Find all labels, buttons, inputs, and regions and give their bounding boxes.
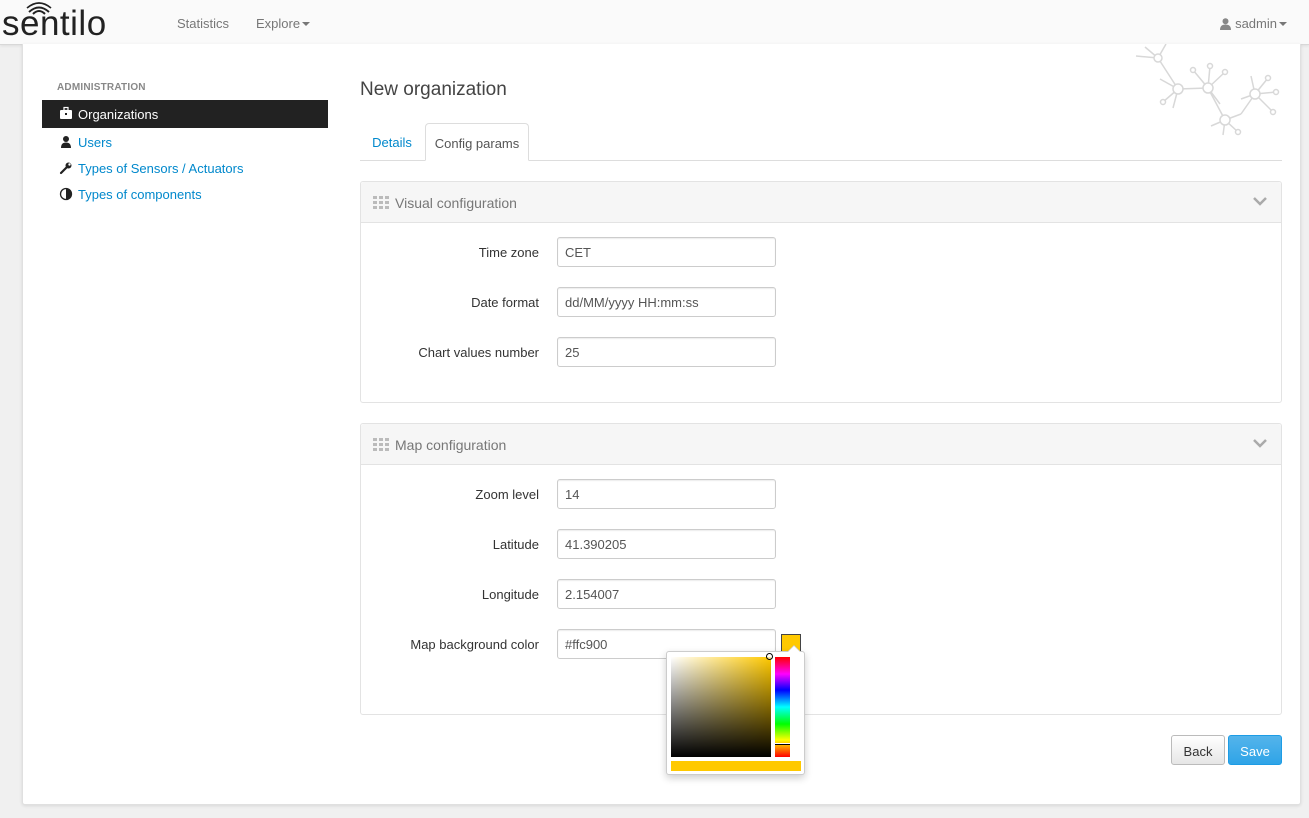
caret-down-icon (302, 21, 311, 26)
color-preview (671, 761, 801, 771)
time-zone-input[interactable] (557, 237, 776, 267)
chart-values-number-input[interactable] (557, 337, 776, 367)
visual-config-panel: Visual configuration Time zone Date form… (360, 181, 1282, 403)
nav-statistics[interactable]: Statistics (177, 16, 229, 31)
tab-config-params[interactable]: Config params (425, 123, 529, 161)
panel-title: Visual configuration (395, 195, 517, 211)
top-navbar: sentilo Statistics Explore sadmin (0, 0, 1309, 45)
save-button[interactable]: Save (1228, 735, 1282, 765)
sidebar-item-label: Types of components (78, 187, 202, 202)
back-button[interactable]: Back (1171, 735, 1225, 765)
saturation-cursor[interactable] (766, 653, 773, 660)
visual-config-header[interactable]: Visual configuration (361, 182, 1281, 223)
date-format-input[interactable] (557, 287, 776, 317)
latitude-label: Latitude (492, 537, 539, 552)
sidebar-header: ADMINISTRATION (57, 82, 146, 93)
chevron-down-icon[interactable] (1253, 197, 1267, 206)
hue-slider[interactable] (775, 657, 790, 757)
time-zone-label: Time zone (478, 245, 539, 260)
sidebar-item-label: Users (78, 135, 112, 150)
grid-icon (373, 196, 389, 209)
grid-icon (373, 438, 389, 451)
caret-down-icon (1279, 21, 1287, 26)
chart-values-number-label: Chart values number (418, 345, 539, 360)
color-picker-popup (666, 645, 805, 775)
briefcase-icon (60, 106, 72, 119)
sidebar-item-users[interactable]: Users (42, 129, 328, 155)
latitude-input[interactable] (557, 529, 776, 559)
chevron-down-icon[interactable] (1253, 439, 1267, 448)
user-icon (1220, 18, 1232, 30)
sidebar-item-organizations[interactable]: Organizations (42, 100, 328, 128)
longitude-label: Longitude (481, 587, 539, 602)
page-title: New organization (360, 79, 507, 100)
saturation-area[interactable] (671, 657, 771, 757)
zoom-level-label: Zoom level (475, 487, 539, 502)
map-config-header[interactable]: Map configuration (361, 424, 1281, 465)
network-decoration-icon (1135, 44, 1280, 136)
brand-name: sentilo (2, 4, 107, 43)
hue-cursor[interactable] (775, 743, 790, 745)
brand-logo[interactable]: sentilo (0, 2, 140, 43)
map-config-panel: Map configuration Zoom level Latitude Lo… (360, 423, 1282, 715)
sidebar-item-label: Types of Sensors / Actuators (78, 161, 244, 176)
tab-details[interactable]: Details (360, 123, 424, 161)
sidebar-item-sensor-types[interactable]: Types of Sensors / Actuators (42, 155, 328, 181)
zoom-level-input[interactable] (557, 479, 776, 509)
nav-explore[interactable]: Explore (256, 16, 311, 31)
contrast-icon (59, 187, 73, 201)
user-icon (61, 136, 71, 148)
user-menu[interactable]: sadmin (1220, 16, 1287, 31)
longitude-input[interactable] (557, 579, 776, 609)
date-format-label: Date format (471, 295, 539, 310)
wrench-icon (59, 162, 72, 175)
sidebar-item-component-types[interactable]: Types of components (42, 181, 328, 207)
panel-title: Map configuration (395, 437, 507, 453)
map-background-color-label: Map background color (410, 637, 539, 652)
user-name: sadmin (1235, 16, 1277, 31)
sidebar-item-label: Organizations (78, 107, 159, 122)
